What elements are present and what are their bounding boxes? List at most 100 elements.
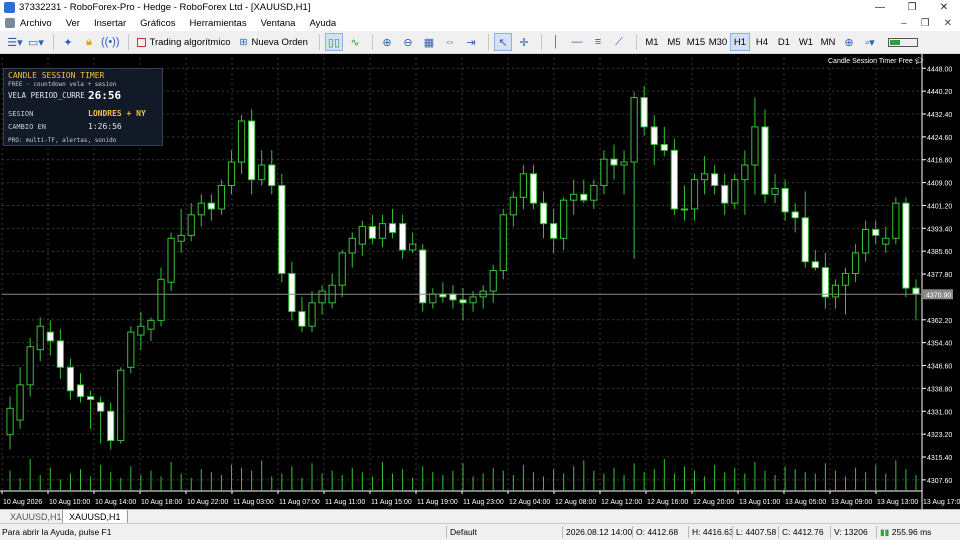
lock-icon[interactable]: 🔒︎: [80, 33, 98, 51]
candle-body: [338, 252, 346, 286]
x-tick-label: 13 Aug 01:00: [739, 499, 780, 506]
new-chart-icon[interactable]: ☰▾: [6, 33, 24, 51]
x-tick-label: 12 Aug 16:00: [647, 499, 688, 506]
timeframe-m1[interactable]: M1: [642, 33, 662, 51]
zoom-out-icon[interactable]: ⊖: [399, 33, 417, 51]
new-order-button[interactable]: ⊞ Nueva Orden: [236, 33, 310, 51]
candle-body: [16, 384, 24, 421]
y-tick-label: 4331.00: [927, 409, 952, 416]
line-chart-icon[interactable]: ∿: [346, 33, 364, 51]
candle-body: [801, 217, 809, 263]
candle-body: [268, 164, 276, 187]
candle-body: [237, 120, 246, 163]
timeframe-m30[interactable]: M30: [708, 33, 728, 51]
timeframe-d1[interactable]: D1: [774, 33, 794, 51]
candle-body: [197, 202, 205, 216]
timeframe-m5[interactable]: M5: [664, 33, 684, 51]
y-tick-label: 4323.20: [927, 432, 952, 439]
vertical-line-icon[interactable]: │: [547, 33, 565, 51]
bar-high: H: 4416.63: [692, 527, 734, 537]
signal-icon[interactable]: ((•)): [101, 33, 120, 51]
y-tick-label: 4424.60: [927, 135, 952, 142]
x-tick-label: 11 Aug 03:00: [233, 499, 274, 506]
candle-body: [761, 126, 769, 195]
indicator-name-text: Candle Session Timer Free: [828, 58, 913, 65]
candle-body: [549, 223, 558, 239]
minimize-button[interactable]: —: [864, 0, 896, 15]
candle-body: [368, 226, 377, 239]
profiles-icon[interactable]: ▭▾: [27, 33, 45, 51]
candle-body: [459, 299, 467, 304]
y-tick-label: 4377.80: [927, 272, 952, 279]
candle-body: [157, 278, 165, 321]
child-minimize-button[interactable]: –: [901, 18, 907, 29]
candle-body: [560, 199, 568, 239]
zoom-in-icon[interactable]: ⊕: [378, 33, 396, 51]
menu-ver[interactable]: Ver: [66, 18, 80, 29]
x-tick-label: 12 Aug 08:00: [555, 499, 596, 506]
menu-insertar[interactable]: Insertar: [94, 18, 126, 29]
horizontal-line-icon[interactable]: —: [568, 33, 586, 51]
indicator-name-label: Candle Session Timer Free 🎓︎: [828, 57, 924, 65]
candle-body: [86, 396, 95, 401]
candle-body: [56, 340, 64, 368]
status-separator: [688, 526, 689, 538]
candle-body: [519, 173, 528, 198]
menu-herramientas[interactable]: Herramientas: [190, 18, 247, 29]
candles-icon[interactable]: ▯▯: [324, 33, 343, 51]
candle-body: [76, 384, 85, 398]
algo-trading-button[interactable]: Trading algorítmico: [134, 33, 234, 51]
trendline-icon[interactable]: ⟋: [610, 33, 628, 51]
change-label: CAMBIO EN: [8, 123, 46, 131]
timeframe-mn[interactable]: MN: [818, 33, 838, 51]
toolbar-separator: [371, 34, 373, 50]
autoscroll-icon[interactable]: ⇔: [441, 33, 459, 51]
timeframe-h1[interactable]: H1: [729, 33, 750, 51]
channel-icon[interactable]: ≡: [589, 33, 607, 51]
candle-body: [872, 228, 880, 236]
child-close-button[interactable]: ✕: [944, 18, 952, 29]
connection-strength-icon: [887, 37, 918, 47]
menu-archivo[interactable]: Archivo: [20, 18, 52, 29]
candle-body: [781, 187, 789, 213]
child-restore-button[interactable]: ❐: [921, 18, 930, 29]
y-tick-label: 4432.40: [927, 112, 952, 119]
bar-close: C: 4412.76: [782, 527, 824, 537]
candle-body: [449, 293, 457, 301]
market-watch-icon[interactable]: ✦: [59, 33, 77, 51]
candle-body: [308, 302, 316, 327]
candle-body: [700, 173, 709, 181]
indicators-icon[interactable]: ⊕: [840, 33, 858, 51]
session-label: SESION: [8, 110, 34, 118]
menu-ventana[interactable]: Ventana: [261, 18, 296, 29]
chart-shift-icon[interactable]: ⇥: [462, 33, 480, 51]
tile-windows-icon[interactable]: ▦: [420, 33, 438, 51]
candle-body: [167, 237, 175, 283]
session-value: LONDRES + NY: [88, 109, 146, 118]
candle-body: [358, 226, 366, 245]
candle-body: [902, 202, 910, 289]
crosshair-icon[interactable]: ✛: [515, 33, 533, 51]
stop-icon: [136, 37, 146, 47]
close-button[interactable]: ✕: [928, 0, 960, 15]
templates-icon[interactable]: ▫▾: [861, 33, 879, 51]
signal-bars-icon: ▮▮: [880, 527, 890, 537]
toolbar-separator: [487, 34, 489, 50]
x-tick-label: 12 Aug 20:00: [693, 499, 734, 506]
candle-countdown: 26:56: [88, 89, 122, 102]
menu-ayuda[interactable]: Ayuda: [309, 18, 336, 29]
cursor-icon[interactable]: ↖: [493, 33, 512, 51]
candle-body: [127, 331, 135, 368]
status-bar: Para abrir la Ayuda, pulse F1 Default 20…: [0, 523, 960, 540]
chart-tabs: XAUUSD,H1 XAUUSD,H1: [0, 509, 960, 524]
timeframe-w1[interactable]: W1: [796, 33, 816, 51]
tab-chart-2[interactable]: XAUUSD,H1: [62, 510, 128, 524]
menu-graficos[interactable]: Gráficos: [140, 18, 175, 29]
restore-button[interactable]: ❐: [896, 0, 928, 15]
candle-body: [771, 187, 779, 195]
tab-chart-1[interactable]: XAUUSD,H1: [4, 510, 68, 524]
candle-body: [811, 261, 819, 269]
timeframe-m15[interactable]: M15: [686, 33, 706, 51]
timeframe-h4[interactable]: H4: [752, 33, 772, 51]
candle-body: [288, 272, 296, 313]
